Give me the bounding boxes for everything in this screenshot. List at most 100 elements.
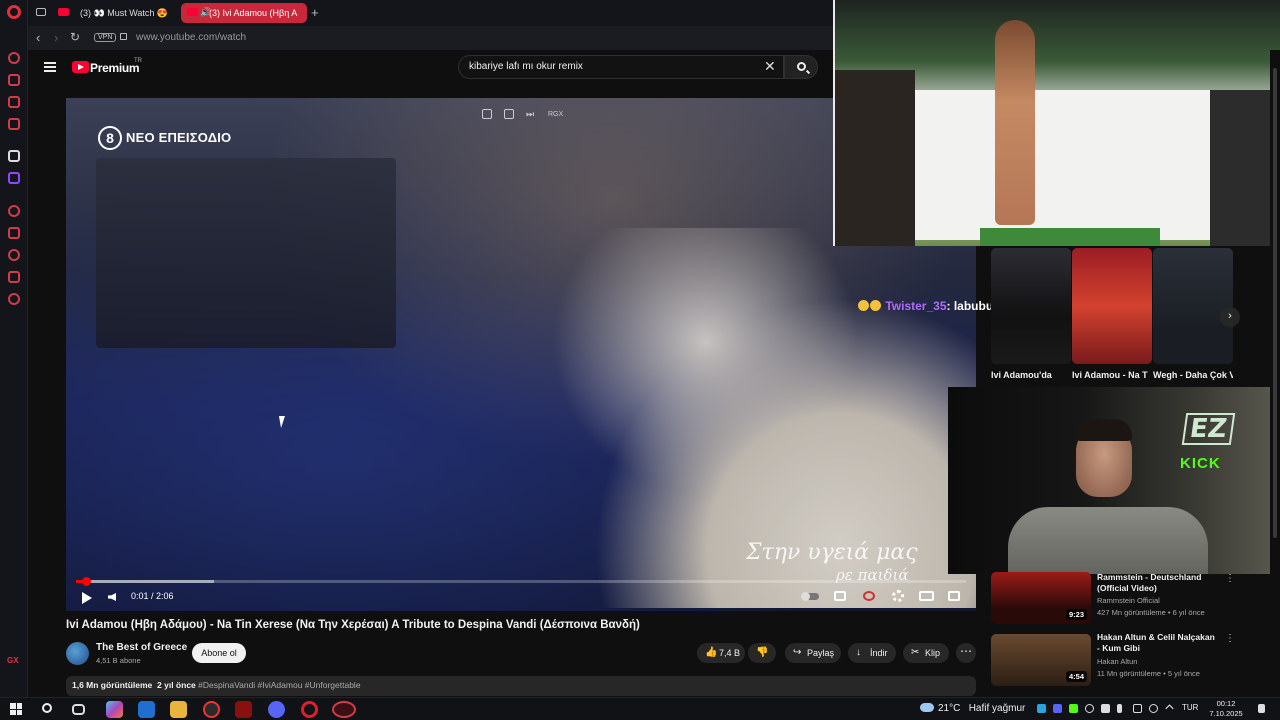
subscribe-button[interactable]: Abone ol bbox=[192, 643, 246, 663]
emote-icon bbox=[870, 300, 881, 311]
progress-scrubber[interactable] bbox=[82, 577, 91, 586]
tab-must-watch[interactable]: (3) 👀 Must Watch 😍 CA bbox=[52, 3, 170, 23]
clear-icon[interactable]: ✕ bbox=[764, 58, 776, 75]
search-input[interactable] bbox=[469, 61, 739, 72]
subtitles-icon[interactable] bbox=[834, 591, 846, 601]
vpn-badge[interactable]: VPN bbox=[94, 33, 117, 42]
play-icon[interactable] bbox=[82, 592, 92, 604]
description-box[interactable]: 1,6 Mn görüntüleme 2 yıl önce #DespinaVa… bbox=[66, 676, 976, 696]
list-item-channel[interactable]: Hakan Altun bbox=[1097, 657, 1137, 666]
opera-gx-taskbar-icon[interactable] bbox=[203, 701, 220, 718]
clip-button[interactable]: ✂ Klip bbox=[903, 643, 949, 663]
tray-discord-icon[interactable] bbox=[1053, 704, 1062, 713]
tray-app-icon[interactable] bbox=[1149, 704, 1158, 713]
dislike-button[interactable]: 👎 bbox=[748, 643, 776, 663]
speaker-tray-icon[interactable] bbox=[1165, 704, 1174, 713]
list-item-title[interactable]: Rammstein - Deutschland (Official Video) bbox=[1097, 572, 1217, 594]
youtube-logo-icon[interactable] bbox=[72, 61, 89, 73]
tray-app-icon[interactable] bbox=[1037, 704, 1046, 713]
autoplay-toggle[interactable] bbox=[801, 592, 819, 601]
list-item-channel[interactable]: Rammstein Official bbox=[1097, 596, 1160, 605]
theater-icon[interactable] bbox=[919, 591, 934, 601]
gx-icon[interactable]: GX bbox=[7, 656, 19, 665]
like-button[interactable]: 👍 7,4 B bbox=[697, 643, 745, 663]
tray-app-icon[interactable] bbox=[1101, 704, 1110, 713]
channel-name[interactable]: The Best of Greece bbox=[96, 642, 187, 653]
scrollbar-thumb[interactable] bbox=[1273, 68, 1277, 538]
microphone-icon[interactable] bbox=[1117, 704, 1122, 713]
url-field[interactable]: www.youtube.com/watch bbox=[136, 32, 246, 43]
notification-icon[interactable] bbox=[1258, 704, 1265, 713]
download-button[interactable]: ↓ İndir bbox=[848, 643, 896, 663]
rgx-label[interactable]: RGX bbox=[548, 111, 563, 118]
voice-changer-icon[interactable] bbox=[235, 701, 252, 718]
recommendation-thumbnail[interactable] bbox=[1072, 248, 1152, 364]
scissors-icon: ✂ bbox=[911, 647, 920, 658]
skip-icon[interactable]: ⏭ bbox=[526, 109, 536, 119]
recommendation-title[interactable]: Wegh - Daha Çok Var bbox=[1153, 370, 1233, 380]
opera-logo-icon[interactable] bbox=[7, 5, 21, 19]
taskbar-search-icon[interactable] bbox=[42, 703, 52, 713]
extensions-icon[interactable] bbox=[8, 271, 20, 283]
miniplayer-icon[interactable] bbox=[863, 591, 875, 601]
chevron-right-icon[interactable]: › bbox=[1220, 307, 1240, 327]
copilot-icon[interactable] bbox=[106, 701, 123, 718]
kebab-menu-icon[interactable]: ⋮ bbox=[1225, 633, 1235, 644]
forward-icon[interactable]: › bbox=[54, 30, 58, 45]
player-icon[interactable] bbox=[8, 205, 20, 217]
input-language[interactable]: TUR bbox=[1182, 703, 1198, 712]
more-actions-icon[interactable]: ⋯ bbox=[956, 643, 976, 663]
recommendation-thumbnail[interactable] bbox=[1153, 248, 1233, 364]
lock-icon[interactable] bbox=[120, 33, 127, 40]
pin-icon[interactable] bbox=[8, 150, 20, 162]
menu-icon[interactable] bbox=[44, 62, 56, 72]
tray-app-icon[interactable] bbox=[1085, 704, 1094, 713]
hashtags[interactable]: #DespinaVandi #IviAdamou #Unforgettable bbox=[198, 680, 360, 690]
channel-avatar[interactable] bbox=[66, 642, 89, 665]
outlook-icon[interactable] bbox=[138, 701, 155, 718]
tray-app-icon[interactable] bbox=[1133, 704, 1142, 713]
history-icon[interactable] bbox=[8, 249, 20, 261]
page-scrollbar[interactable] bbox=[1270, 50, 1280, 697]
file-explorer-icon[interactable] bbox=[170, 701, 187, 718]
instagram-icon[interactable] bbox=[8, 118, 20, 130]
search-button[interactable] bbox=[784, 55, 818, 79]
tab-active-video[interactable]: 🔊 (3) Ivi Adamou (Ηβη Α bbox=[181, 3, 307, 23]
task-view-icon[interactable] bbox=[72, 704, 85, 715]
list-item-title[interactable]: Hakan Altun & Celil Nalçakan - Kum Gibi bbox=[1097, 632, 1217, 654]
copy-icon[interactable] bbox=[482, 109, 492, 119]
list-item-thumbnail[interactable]: 9:23 bbox=[991, 572, 1091, 624]
popout-icon[interactable] bbox=[504, 109, 514, 119]
new-tab-button[interactable]: + bbox=[311, 5, 319, 20]
weather-widget[interactable]: 21°C Hafif yağmur bbox=[920, 703, 1025, 714]
recommendation-title[interactable]: Ivi Adamou'da bbox=[991, 370, 1055, 380]
progress-bar[interactable] bbox=[76, 577, 966, 586]
reload-icon[interactable]: ↻ bbox=[70, 30, 80, 44]
discord-icon[interactable] bbox=[268, 701, 285, 718]
recommendation-thumbnail[interactable] bbox=[991, 248, 1071, 364]
fullscreen-icon[interactable] bbox=[948, 591, 960, 601]
share-button[interactable]: ↪ Paylaş bbox=[785, 643, 841, 663]
youtube-header: Premium TR ✕ bbox=[28, 50, 833, 86]
messenger-icon[interactable] bbox=[8, 96, 20, 108]
bookmark-icon[interactable] bbox=[8, 227, 20, 239]
twitch-icon[interactable] bbox=[8, 172, 20, 184]
windows-start-icon[interactable] bbox=[10, 703, 22, 715]
speaker-icon[interactable]: 🔊 bbox=[200, 7, 211, 18]
workspaces-icon[interactable] bbox=[36, 8, 46, 16]
kebab-menu-icon[interactable]: ⋮ bbox=[1225, 573, 1235, 584]
opera-icon[interactable] bbox=[301, 701, 318, 718]
tray-kick-icon[interactable] bbox=[1069, 704, 1078, 713]
premium-label[interactable]: Premium bbox=[90, 61, 140, 75]
opera-gx-active-icon[interactable] bbox=[332, 701, 356, 718]
bag-icon[interactable] bbox=[8, 74, 20, 86]
aria-icon[interactable] bbox=[8, 52, 20, 64]
share-label: Paylaş bbox=[807, 648, 835, 658]
chat-text: : labubu bbox=[946, 299, 994, 313]
list-item-thumbnail[interactable]: 4:54 bbox=[991, 634, 1091, 686]
clock[interactable]: 00:12 7.10.2025 bbox=[1208, 699, 1244, 719]
recommendation-title[interactable]: Ivi Adamou - Na Tin Xerese bbox=[1072, 370, 1148, 380]
back-icon[interactable]: ‹ bbox=[36, 30, 40, 45]
settings-gear-icon[interactable] bbox=[892, 590, 904, 602]
settings-icon[interactable] bbox=[8, 293, 20, 305]
